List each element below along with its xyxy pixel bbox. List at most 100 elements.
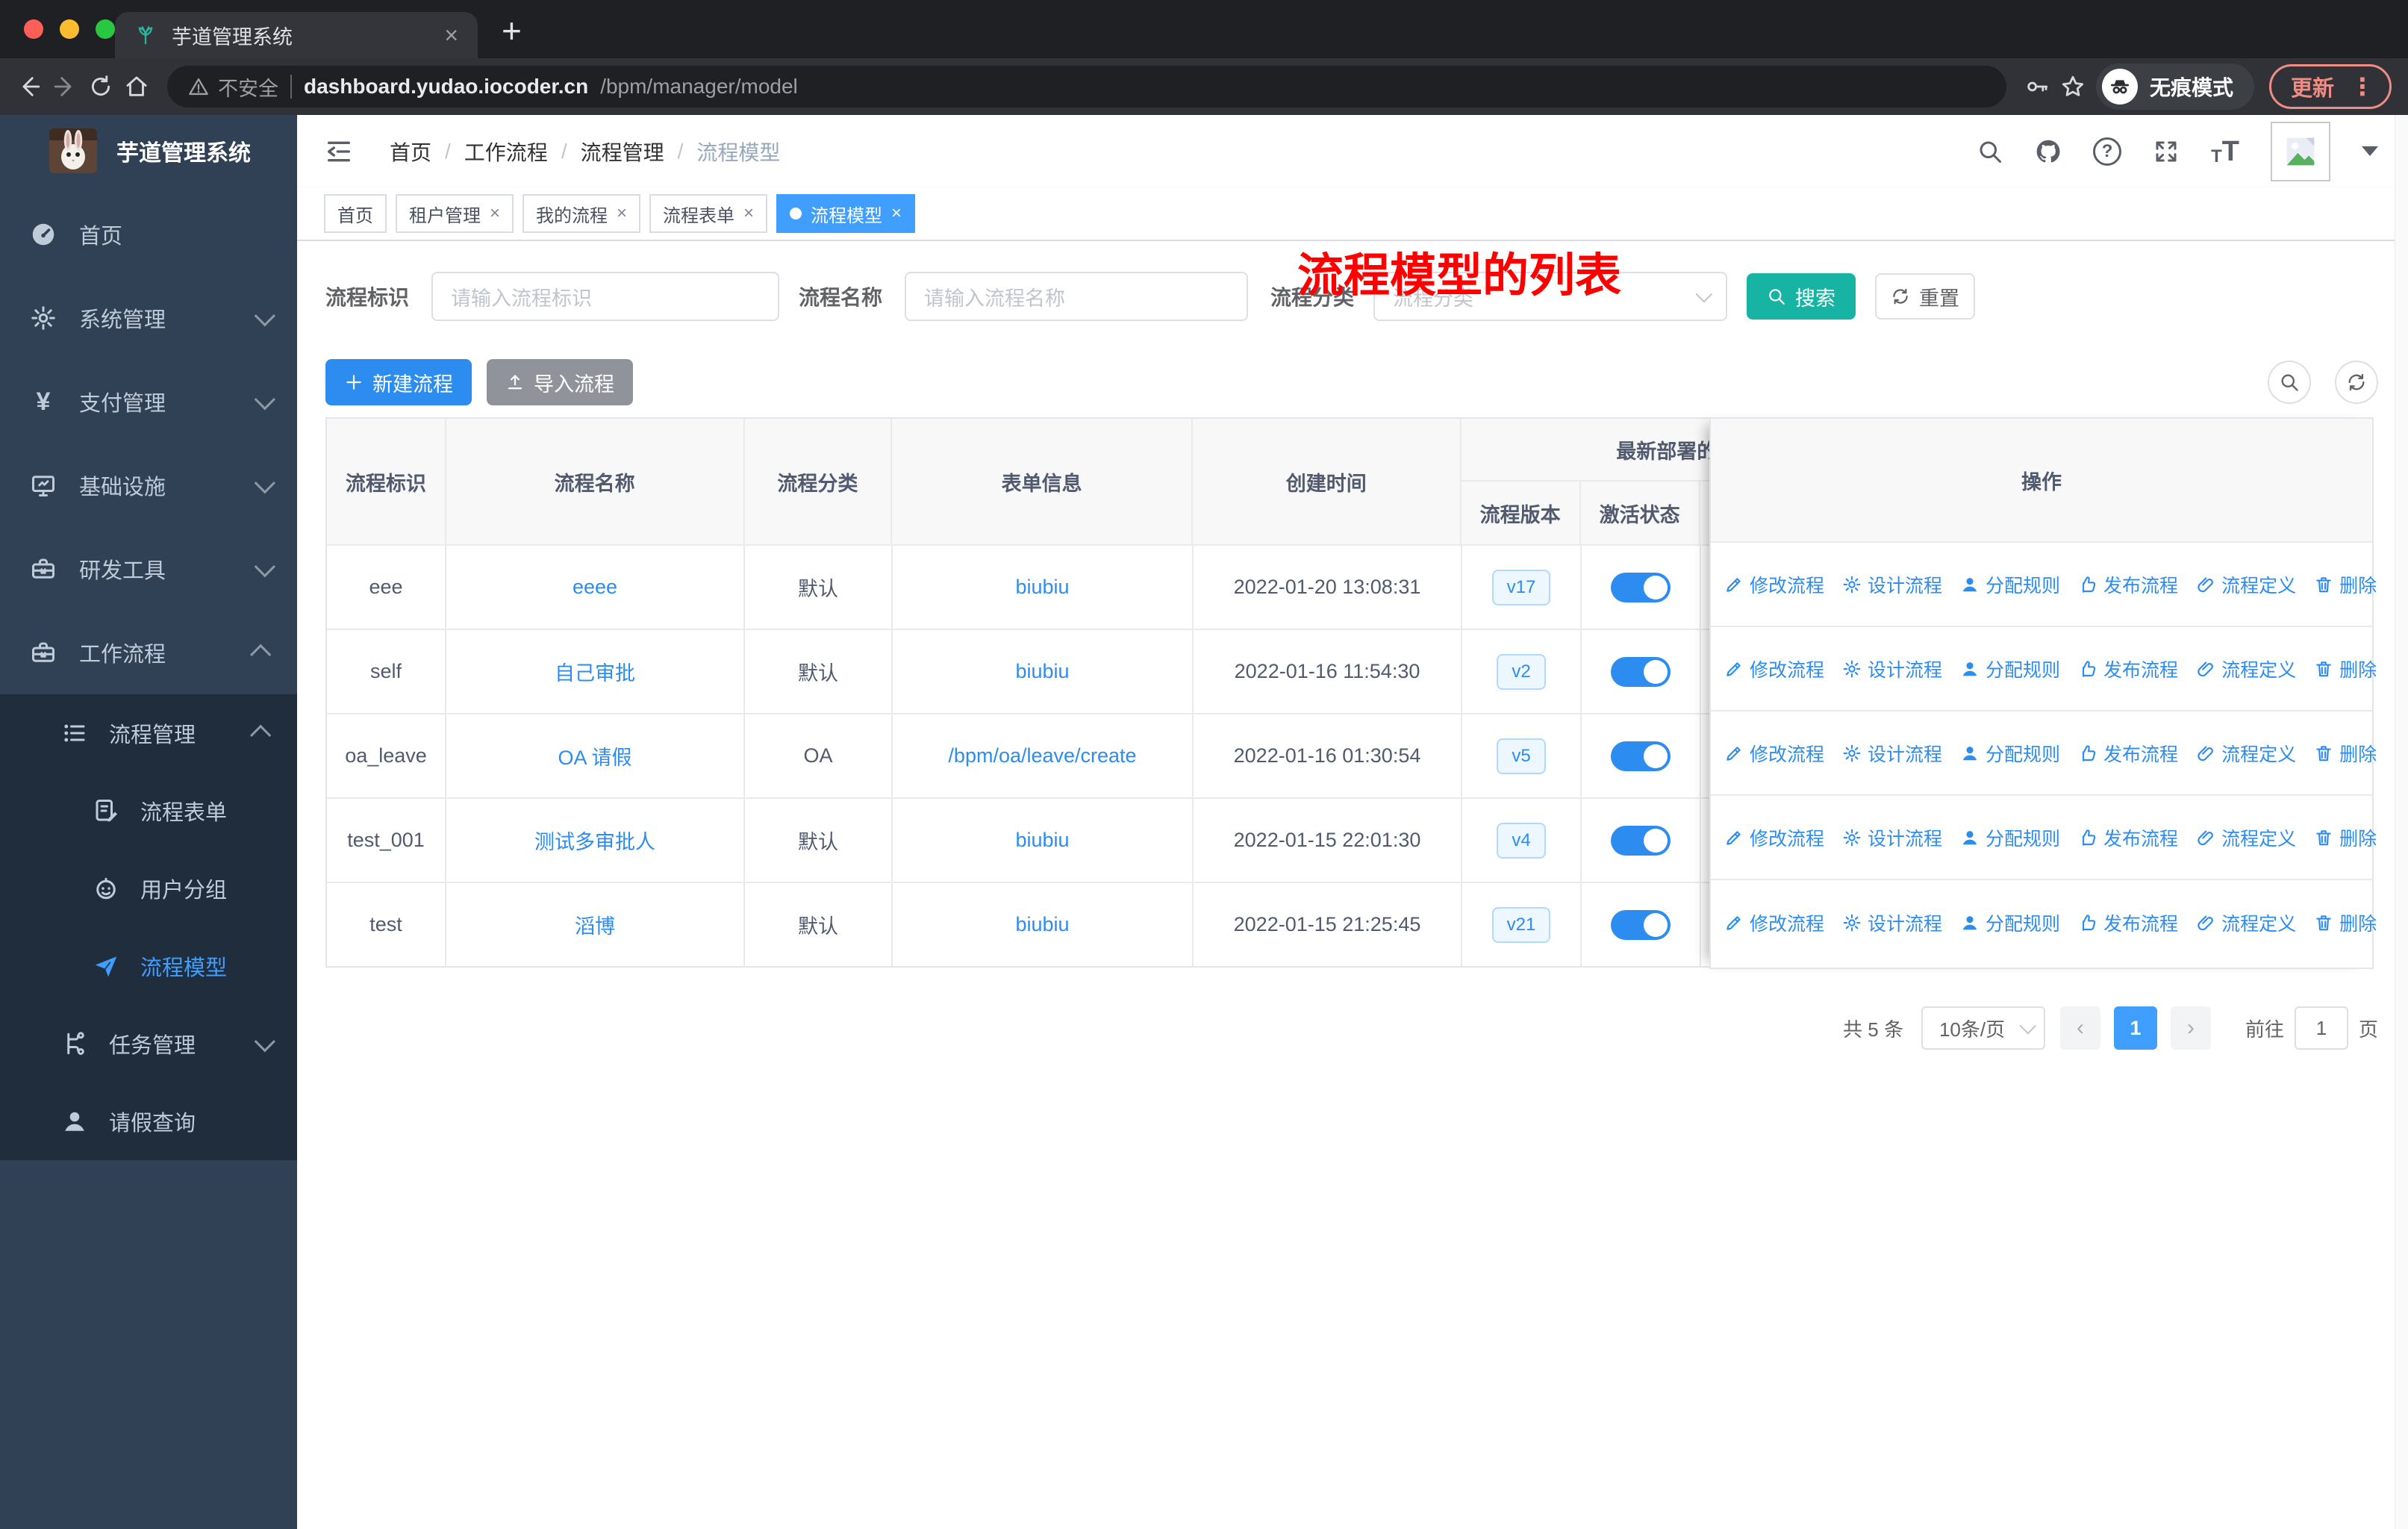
tab-close-icon[interactable]: × bbox=[444, 23, 458, 47]
trash-action[interactable]: 删除 bbox=[2314, 571, 2377, 598]
sidebar-item-process-mgmt[interactable]: 流程管理 bbox=[0, 694, 297, 772]
close-window-button[interactable] bbox=[24, 19, 43, 39]
sidebar-item-user-group[interactable]: 用户分组 bbox=[0, 850, 297, 927]
trash-action[interactable]: 删除 bbox=[2314, 909, 2377, 936]
search-icon[interactable] bbox=[1977, 138, 2003, 165]
tag-process-form[interactable]: 流程表单 × bbox=[649, 194, 768, 233]
edit-action[interactable]: 修改流程 bbox=[1724, 740, 1824, 767]
definition-link-action[interactable]: 流程定义 bbox=[2196, 909, 2296, 936]
sidebar-item-devtools[interactable]: 研发工具 bbox=[0, 527, 297, 611]
sidebar-item-task-mgmt[interactable]: 任务管理 bbox=[0, 1005, 297, 1083]
fullscreen-icon[interactable] bbox=[2153, 138, 2180, 165]
create-process-button[interactable]: 新建流程 bbox=[325, 359, 472, 405]
edit-action[interactable]: 修改流程 bbox=[1724, 571, 1824, 598]
github-icon[interactable] bbox=[2035, 138, 2062, 165]
cell-form-link[interactable]: biubiu bbox=[893, 630, 1194, 713]
sidebar-item-workflow[interactable]: 工作流程 bbox=[0, 611, 297, 694]
new-tab-button[interactable]: + bbox=[502, 13, 522, 48]
design-gear-action[interactable]: 设计流程 bbox=[1842, 909, 1942, 936]
refresh-table-button[interactable] bbox=[2335, 361, 2378, 404]
design-gear-action[interactable]: 设计流程 bbox=[1842, 824, 1942, 851]
scrollbar-track[interactable] bbox=[2395, 115, 2408, 1529]
current-page-button[interactable]: 1 bbox=[2113, 1006, 2157, 1050]
active-toggle[interactable] bbox=[1611, 909, 1671, 940]
reset-button[interactable]: 重置 bbox=[1875, 273, 1976, 320]
import-process-button[interactable]: 导入流程 bbox=[487, 359, 633, 405]
sidebar-item-system[interactable]: 系统管理 bbox=[0, 276, 297, 360]
cell-process-name-link[interactable]: 测试多审批人 bbox=[446, 799, 745, 882]
tag-close-icon[interactable]: × bbox=[743, 205, 754, 222]
browser-update-button[interactable]: 更新 ⋮ bbox=[2268, 64, 2392, 109]
font-size-icon[interactable]: TT bbox=[2211, 137, 2239, 166]
edit-action[interactable]: 修改流程 bbox=[1724, 824, 1824, 851]
sidebar-item-infra[interactable]: 基础设施 bbox=[0, 443, 297, 527]
back-icon[interactable] bbox=[16, 74, 42, 99]
assign-user-action[interactable]: 分配规则 bbox=[1960, 655, 2060, 682]
definition-link-action[interactable]: 流程定义 bbox=[2196, 571, 2296, 598]
definition-link-action[interactable]: 流程定义 bbox=[2196, 740, 2296, 767]
cell-process-name-link[interactable]: 自己审批 bbox=[446, 630, 745, 713]
publish-action[interactable]: 发布流程 bbox=[2078, 740, 2178, 767]
tag-home[interactable]: 首页 bbox=[324, 194, 387, 233]
bookmark-star-icon[interactable] bbox=[2060, 74, 2086, 99]
collapse-sidebar-icon[interactable] bbox=[324, 137, 354, 166]
next-page-button[interactable]: › bbox=[2170, 1006, 2211, 1050]
active-toggle[interactable] bbox=[1611, 741, 1671, 771]
trash-action[interactable]: 删除 bbox=[2314, 740, 2377, 767]
reload-icon[interactable] bbox=[88, 74, 113, 99]
tag-tenant[interactable]: 租户管理 × bbox=[396, 194, 514, 233]
cell-process-name-link[interactable]: OA 请假 bbox=[446, 714, 745, 797]
active-toggle[interactable] bbox=[1611, 656, 1671, 687]
cell-form-link[interactable]: /bpm/oa/leave/create bbox=[893, 714, 1194, 797]
definition-link-action[interactable]: 流程定义 bbox=[2196, 655, 2296, 682]
tag-close-icon[interactable]: × bbox=[490, 205, 500, 222]
help-icon[interactable]: ? bbox=[2093, 137, 2122, 166]
password-key-icon[interactable] bbox=[2024, 74, 2050, 99]
design-gear-action[interactable]: 设计流程 bbox=[1842, 655, 1942, 682]
active-toggle[interactable] bbox=[1611, 825, 1671, 856]
sidebar-item-process-model[interactable]: 流程模型 bbox=[0, 927, 297, 1005]
breadcrumb-workflow[interactable]: 工作流程 bbox=[464, 137, 548, 166]
sidebar-item-process-form[interactable]: 流程表单 bbox=[0, 772, 297, 850]
tag-close-icon[interactable]: × bbox=[617, 205, 627, 222]
cell-process-name-link[interactable]: eeee bbox=[446, 546, 745, 629]
breadcrumb-process-mgmt[interactable]: 流程管理 bbox=[581, 137, 664, 166]
sidebar-item-home[interactable]: 首页 bbox=[0, 193, 297, 276]
design-gear-action[interactable]: 设计流程 bbox=[1842, 571, 1942, 598]
publish-action[interactable]: 发布流程 bbox=[2078, 824, 2178, 851]
definition-link-action[interactable]: 流程定义 bbox=[2196, 824, 2296, 851]
assign-user-action[interactable]: 分配规则 bbox=[1960, 571, 2060, 598]
tag-process-model[interactable]: 流程模型 × bbox=[776, 194, 916, 233]
publish-action[interactable]: 发布流程 bbox=[2078, 655, 2178, 682]
edit-action[interactable]: 修改流程 bbox=[1724, 655, 1824, 682]
sidebar-item-leave-query[interactable]: 请假查询 bbox=[0, 1083, 297, 1160]
assign-user-action[interactable]: 分配规则 bbox=[1960, 824, 2060, 851]
trash-action[interactable]: 删除 bbox=[2314, 824, 2377, 851]
cell-process-name-link[interactable]: 滔博 bbox=[446, 883, 745, 966]
browser-menu-icon[interactable]: ⋮ bbox=[2351, 72, 2374, 101]
active-toggle[interactable] bbox=[1611, 572, 1671, 602]
cell-form-link[interactable]: biubiu bbox=[893, 883, 1194, 966]
minimize-window-button[interactable] bbox=[60, 19, 79, 39]
cell-form-link[interactable]: biubiu bbox=[893, 799, 1194, 882]
zoom-window-button[interactable] bbox=[96, 19, 115, 39]
publish-action[interactable]: 发布流程 bbox=[2078, 571, 2178, 598]
home-icon[interactable] bbox=[124, 74, 149, 99]
assign-user-action[interactable]: 分配规则 bbox=[1960, 740, 2060, 767]
tag-close-icon[interactable]: × bbox=[891, 205, 902, 222]
page-size-select[interactable]: 10条/页 bbox=[1921, 1006, 2045, 1050]
avatar[interactable] bbox=[2271, 121, 2330, 181]
window-controls[interactable] bbox=[24, 19, 115, 39]
hide-search-button[interactable] bbox=[2268, 361, 2311, 404]
prev-page-button[interactable]: ‹ bbox=[2059, 1006, 2100, 1050]
tag-my-process[interactable]: 我的流程 × bbox=[523, 194, 641, 233]
forward-icon[interactable] bbox=[52, 74, 78, 99]
trash-action[interactable]: 删除 bbox=[2314, 655, 2377, 682]
update-label[interactable]: 更新 bbox=[2291, 71, 2334, 102]
process-key-input[interactable]: 请输入流程标识 bbox=[431, 272, 780, 321]
sidebar-item-payment[interactable]: ¥ 支付管理 bbox=[0, 360, 297, 443]
breadcrumb-home[interactable]: 首页 bbox=[390, 137, 431, 166]
caret-down-icon[interactable] bbox=[2362, 146, 2378, 156]
edit-action[interactable]: 修改流程 bbox=[1724, 909, 1824, 936]
design-gear-action[interactable]: 设计流程 bbox=[1842, 740, 1942, 767]
